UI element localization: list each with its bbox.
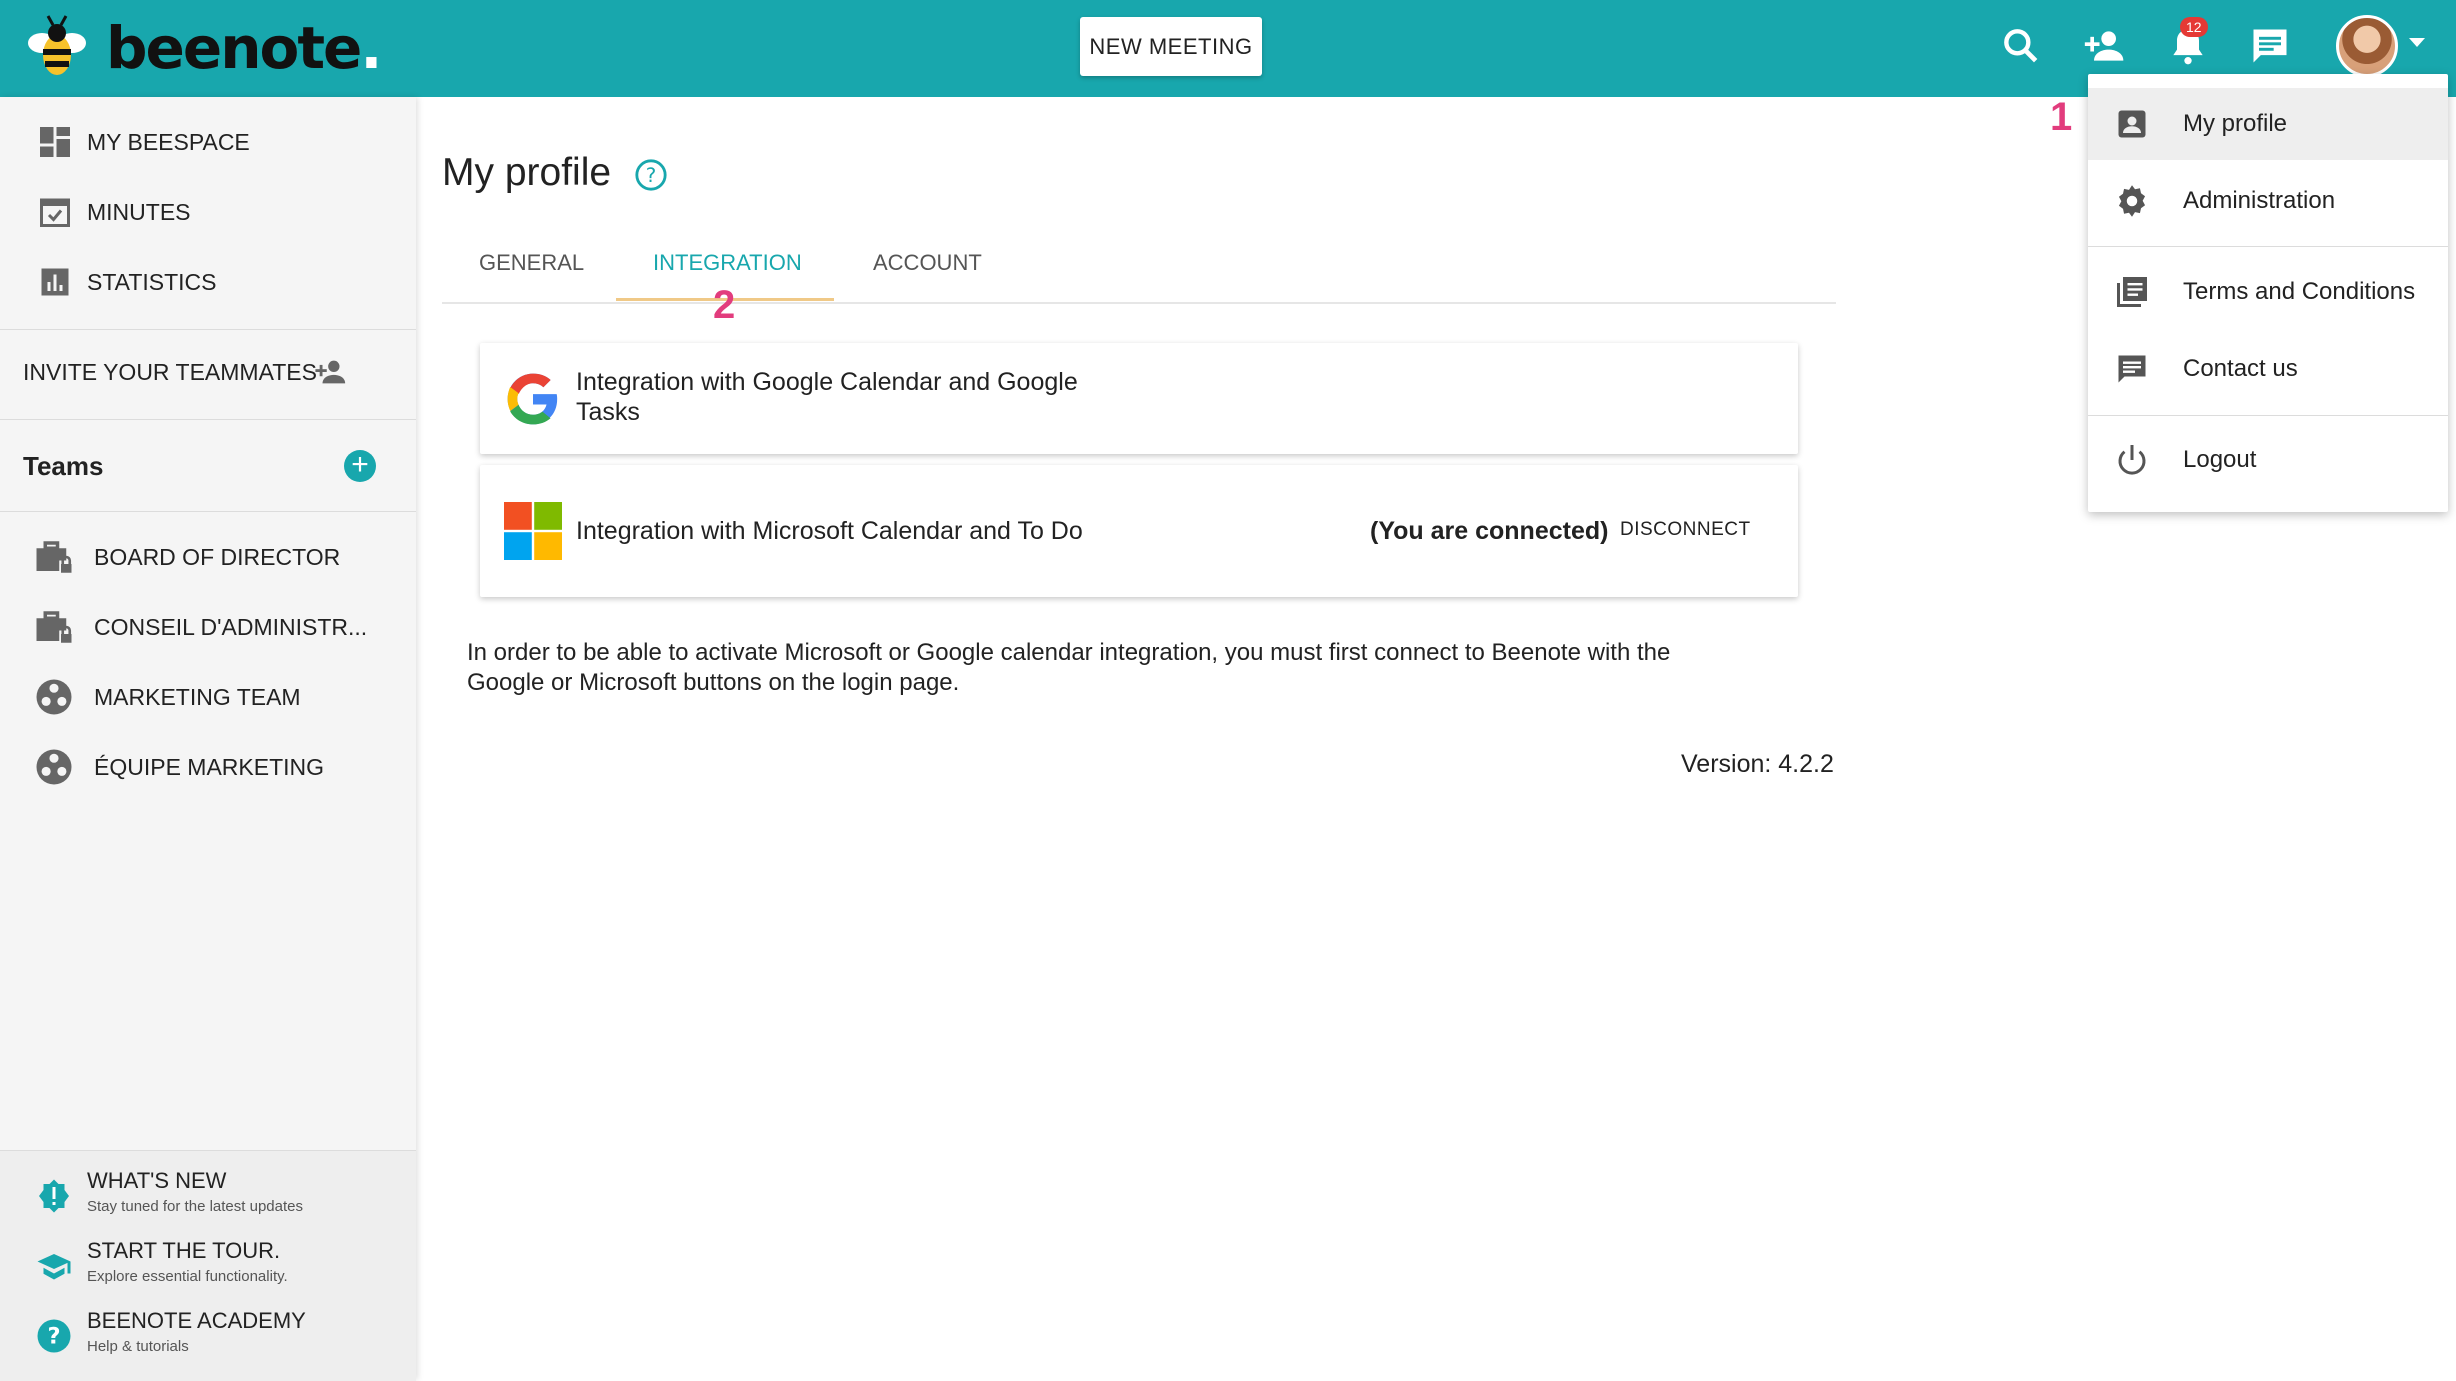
- search-icon[interactable]: [1999, 24, 2043, 68]
- tab-integration[interactable]: INTEGRATION: [653, 250, 802, 276]
- beenote-logo[interactable]: beenote.: [22, 12, 382, 84]
- beenote-academy-link[interactable]: ? BEENOTE ACADEMY Help & tutorials: [0, 1306, 416, 1370]
- sidebar-item-minutes[interactable]: MINUTES: [0, 182, 416, 242]
- step-marker-1: 1: [2050, 95, 2073, 139]
- document-list-icon: [2117, 277, 2147, 307]
- team-item-label: CONSEIL D'ADMINISTR...: [94, 613, 368, 640]
- dashboard-icon: [40, 127, 70, 157]
- step-marker-2: 2: [713, 283, 736, 327]
- sidebar-item-statistics[interactable]: STATISTICS: [0, 252, 416, 312]
- add-team-button[interactable]: +: [344, 450, 376, 482]
- menu-item-my-profile[interactable]: My profile: [2088, 88, 2448, 160]
- alert-badge-icon: [39, 1179, 69, 1213]
- team-item-conseil[interactable]: CONSEIL D'ADMINISTR...: [0, 597, 416, 657]
- team-item-label: BOARD OF DIRECTOR: [94, 543, 341, 570]
- svg-text:?: ?: [47, 1324, 60, 1350]
- chat-icon[interactable]: [2248, 24, 2292, 68]
- sidebar: MY BEESPACE MINUTES STATISTICS INVITE YO…: [0, 97, 416, 1381]
- tab-account[interactable]: ACCOUNT: [873, 250, 982, 276]
- menu-item-administration[interactable]: Administration: [2088, 165, 2448, 237]
- briefcase-lock-icon: [36, 541, 74, 573]
- sidebar-item-label: STATISTICS: [87, 268, 217, 295]
- team-icon: [36, 679, 72, 715]
- team-item-marketing-team[interactable]: MARKETING TEAM: [0, 667, 416, 727]
- google-card-title: Integration with Google Calendar and Goo…: [576, 368, 1078, 396]
- help-title: WHAT'S NEW: [87, 1168, 227, 1193]
- divider: [0, 329, 416, 330]
- page-title: My profile: [442, 151, 612, 194]
- help-section: WHAT'S NEW Stay tuned for the latest upd…: [0, 1150, 416, 1381]
- menu-item-label: Administration: [2183, 187, 2336, 214]
- info-line: In order to be able to activate Microsof…: [467, 639, 1671, 666]
- avatar[interactable]: [2336, 15, 2398, 77]
- menu-item-logout[interactable]: Logout: [2088, 424, 2448, 496]
- menu-item-label: My profile: [2183, 110, 2288, 137]
- google-integration-card[interactable]: Integration with Google Calendar and Goo…: [480, 343, 1798, 454]
- team-item-board-of-director[interactable]: BOARD OF DIRECTOR: [0, 527, 416, 587]
- menu-item-contact-us[interactable]: Contact us: [2088, 333, 2448, 405]
- team-item-label: ÉQUIPE MARKETING: [94, 753, 325, 780]
- menu-divider: [2088, 246, 2448, 247]
- svg-text:?: ?: [646, 164, 657, 187]
- teams-heading: Teams: [23, 451, 104, 481]
- gear-icon: [2118, 185, 2146, 217]
- sidebar-item-label: MY BEESPACE: [87, 128, 250, 155]
- add-person-icon[interactable]: [2083, 24, 2127, 68]
- connection-status: (You are connected): [1370, 517, 1609, 545]
- tabs-divider: [442, 302, 1836, 304]
- sidebar-item-my-beespace[interactable]: MY BEESPACE: [0, 112, 416, 172]
- profile-dropdown-menu: My profile Administration Terms and Cond…: [2088, 74, 2448, 512]
- version-label: Version: 4.2.2: [1681, 750, 1834, 778]
- bar-chart-icon: [41, 268, 69, 296]
- help-subtitle: Help & tutorials: [87, 1338, 189, 1355]
- message-icon: [2118, 355, 2146, 383]
- divider: [0, 419, 416, 420]
- info-line: Google or Microsoft buttons on the login…: [467, 669, 960, 696]
- help-icon[interactable]: ?: [634, 158, 668, 192]
- help-subtitle: Stay tuned for the latest updates: [87, 1198, 303, 1215]
- new-meeting-button[interactable]: NEW MEETING: [1080, 17, 1262, 76]
- calendar-check-icon: [40, 198, 70, 227]
- briefcase-lock-icon: [36, 611, 74, 643]
- team-icon: [36, 749, 72, 785]
- help-title: BEENOTE ACADEMY: [87, 1308, 306, 1333]
- account-box-icon: [2118, 110, 2146, 138]
- menu-divider: [2088, 415, 2448, 416]
- divider: [0, 511, 416, 512]
- notification-badge: 12: [2180, 17, 2208, 37]
- integration-info-text: In order to be able to activate Microsof…: [467, 638, 1867, 698]
- menu-item-label: Contact us: [2183, 355, 2298, 382]
- help-icon: ?: [37, 1319, 71, 1353]
- menu-item-terms[interactable]: Terms and Conditions: [2088, 256, 2448, 328]
- help-title: START THE TOUR.: [87, 1238, 281, 1263]
- add-person-icon[interactable]: [312, 355, 350, 389]
- google-card-title-line2: Tasks: [576, 398, 640, 426]
- google-logo-icon: [507, 373, 558, 425]
- menu-item-label: Logout: [2183, 446, 2257, 473]
- chevron-down-icon[interactable]: [2409, 38, 2425, 47]
- tab-general[interactable]: GENERAL: [479, 250, 584, 276]
- menu-item-label: Terms and Conditions: [2183, 278, 2416, 305]
- team-item-label: MARKETING TEAM: [94, 683, 301, 710]
- whats-new-link[interactable]: WHAT'S NEW Stay tuned for the latest upd…: [0, 1166, 416, 1230]
- sidebar-item-label: MINUTES: [87, 198, 191, 225]
- bee-icon: [28, 15, 86, 75]
- team-item-equipe-marketing[interactable]: ÉQUIPE MARKETING: [0, 737, 416, 797]
- invite-teammates-link[interactable]: INVITE YOUR TEAMMATES: [23, 359, 317, 386]
- start-tour-link[interactable]: START THE TOUR. Explore essential functi…: [0, 1236, 416, 1300]
- graduation-cap-icon: [37, 1254, 71, 1280]
- disconnect-button[interactable]: DISCONNECT: [1620, 519, 1751, 541]
- brand-name: beenote.: [106, 14, 382, 82]
- microsoft-card-title: Integration with Microsoft Calendar and …: [576, 517, 1083, 545]
- help-subtitle: Explore essential functionality.: [87, 1268, 288, 1285]
- microsoft-logo-icon: [504, 502, 562, 560]
- power-icon: [2118, 445, 2146, 475]
